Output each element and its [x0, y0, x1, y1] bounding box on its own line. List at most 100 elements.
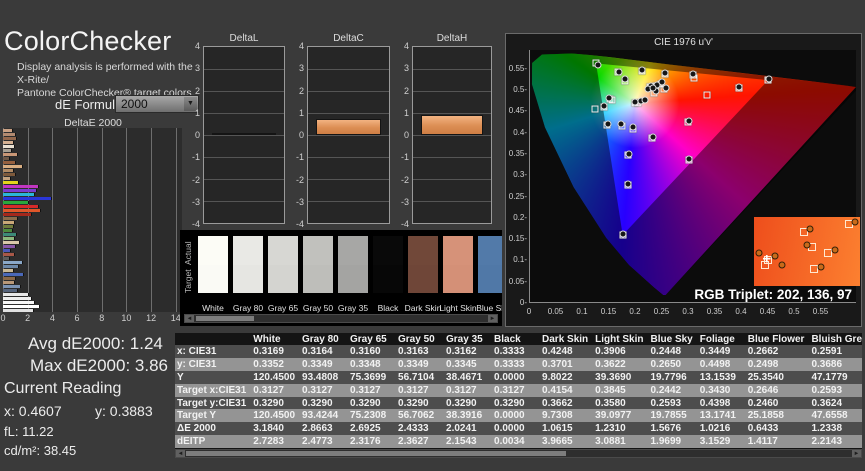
table-cell: 47.1779 [811, 371, 848, 383]
table-cell: 2.4773 [302, 436, 333, 448]
gridline [175, 128, 177, 312]
table-cell: 9.7308 [542, 410, 573, 422]
gridline [27, 128, 29, 312]
y-tick-label: 0 [194, 130, 200, 140]
de-bar [3, 241, 21, 244]
table-row: Target Y 120.4500 93.4244 75.2308 56.7062 38.… [175, 409, 862, 423]
table-cell: 75.3699 [350, 371, 387, 383]
y-tick-label: 0- [519, 298, 527, 307]
scroll-right-icon[interactable]: ► [852, 450, 861, 457]
swatch-scrollbar[interactable]: ◄ ► [184, 314, 498, 323]
table-cell: 0.2591 [811, 345, 843, 357]
table-cell: 19.7796 [650, 371, 687, 383]
row-label: Target x:CIE31 [177, 384, 247, 396]
deltal-bar-chart [203, 46, 285, 224]
swatch-target [408, 264, 438, 293]
swatch-light-skin: Light Skin [439, 236, 477, 313]
table-cell: 39.0977 [595, 410, 632, 422]
table-cell: 0.3127 [350, 384, 381, 396]
rgb-triplet-readout: RGB Triplet: 202, 136, 97 [694, 287, 852, 302]
gridline [413, 201, 491, 202]
table-cell: 13.1539 [699, 371, 736, 383]
gridline [308, 201, 389, 202]
table-cell: 3.0881 [595, 436, 626, 448]
de-bar [3, 217, 18, 220]
delta-bar [316, 118, 381, 135]
table-row: Y 120.4500 93.4808 75.3699 56.7104 38.4671 0.0… [175, 370, 862, 384]
gridline [101, 128, 103, 312]
x-tick-label: 0.5 [788, 307, 800, 316]
swatch-blue-sky: Blue Sky [476, 236, 502, 313]
de-bar [3, 253, 16, 256]
table-cell: 3.1529 [699, 436, 731, 448]
column-header-gray-65: Gray 65 [348, 333, 397, 345]
table-scrollbar[interactable]: ◄ ► [175, 449, 862, 458]
column-header-blue-flower: Blue Flower [745, 333, 810, 345]
crosshair-cursor-icon: + [762, 251, 772, 269]
gridline [204, 201, 284, 202]
scroll-right-icon[interactable]: ► [488, 315, 497, 322]
table-cell: 0.0000 [494, 410, 525, 422]
y-tick-label: 0.1- [513, 255, 527, 265]
row-label: Y [177, 371, 184, 383]
x-tick-label: 0.25 [653, 307, 670, 316]
swatch-actual [303, 236, 333, 265]
gridline [308, 113, 389, 114]
table-cell: 0.3290 [494, 397, 525, 409]
cie-measured-marker [649, 84, 657, 92]
table-cell: 0.0000 [494, 371, 525, 383]
x-tick-label: 0.4 [735, 307, 747, 316]
scroll-left-icon[interactable]: ◄ [176, 450, 185, 457]
gridline [308, 179, 389, 180]
cie-measured-marker [658, 78, 666, 86]
table-cell: 0.3622 [595, 358, 626, 370]
swatch-target [198, 264, 228, 293]
swatch-label: Blue Sky [476, 303, 502, 313]
table-cell: 0.3348 [350, 358, 381, 370]
cie-measured-marker [625, 150, 633, 157]
table-cell: 38.4671 [446, 371, 483, 383]
table-cell: 0.0000 [494, 423, 525, 435]
table-cell: 0.3164 [302, 345, 333, 357]
cie-measured-marker [629, 123, 637, 131]
table-cell: 56.7062 [398, 410, 435, 422]
table-cell: 0.4248 [542, 345, 573, 357]
swatch-actual [233, 236, 263, 265]
column-header-black: Black [492, 333, 541, 345]
gridline [204, 91, 284, 92]
inset-measured-marker [778, 261, 786, 269]
table-cell: 0.3701 [542, 358, 573, 370]
table-scrollbar-thumb[interactable] [186, 451, 566, 456]
cie-measured-marker [765, 75, 773, 83]
table-cell: 0.2593 [650, 397, 682, 409]
swatch-target [338, 264, 368, 293]
deltah-chart-title: DeltaH [436, 33, 468, 44]
y-tick-label: -2 [191, 174, 200, 185]
table-row: dEITP 2.7283 2.4773 2.3176 2.3627 2.1543 0.003… [175, 435, 862, 449]
x-tick-label: 0.45 [759, 307, 776, 316]
swatch-scrollbar-thumb[interactable] [196, 316, 254, 321]
de-bar [3, 301, 36, 304]
table-cell: 0.2650 [650, 358, 682, 370]
swatch-dark-skin: Dark Skin [405, 236, 441, 313]
measurement-table: White Gray 80 Gray 65 Gray 50 Gray 35 Black Da… [175, 333, 862, 449]
table-cell: 0.3352 [253, 358, 284, 370]
table-cell: 0.2460 [747, 397, 779, 409]
de-bar [3, 221, 16, 224]
de-bar [3, 305, 40, 308]
table-cell: 93.4808 [302, 371, 339, 383]
table-cell: 2.3176 [350, 436, 381, 448]
table-cell: 1.0216 [699, 423, 731, 435]
de-bar [3, 189, 38, 192]
table-cell: 47.6558 [811, 410, 848, 422]
row-label: x: CIE31 [177, 345, 217, 357]
row-label: y: CIE31 [177, 358, 217, 370]
y-tick-label: 0.35- [508, 148, 527, 158]
y-tick-label: 4 [403, 41, 409, 51]
scroll-left-icon[interactable]: ◄ [185, 315, 194, 322]
de-bar [3, 205, 40, 208]
gridline [204, 69, 284, 70]
table-cell: 75.2308 [350, 410, 387, 422]
x-tick-label: 8 [99, 313, 105, 323]
y-tick-label: -1 [295, 152, 304, 163]
